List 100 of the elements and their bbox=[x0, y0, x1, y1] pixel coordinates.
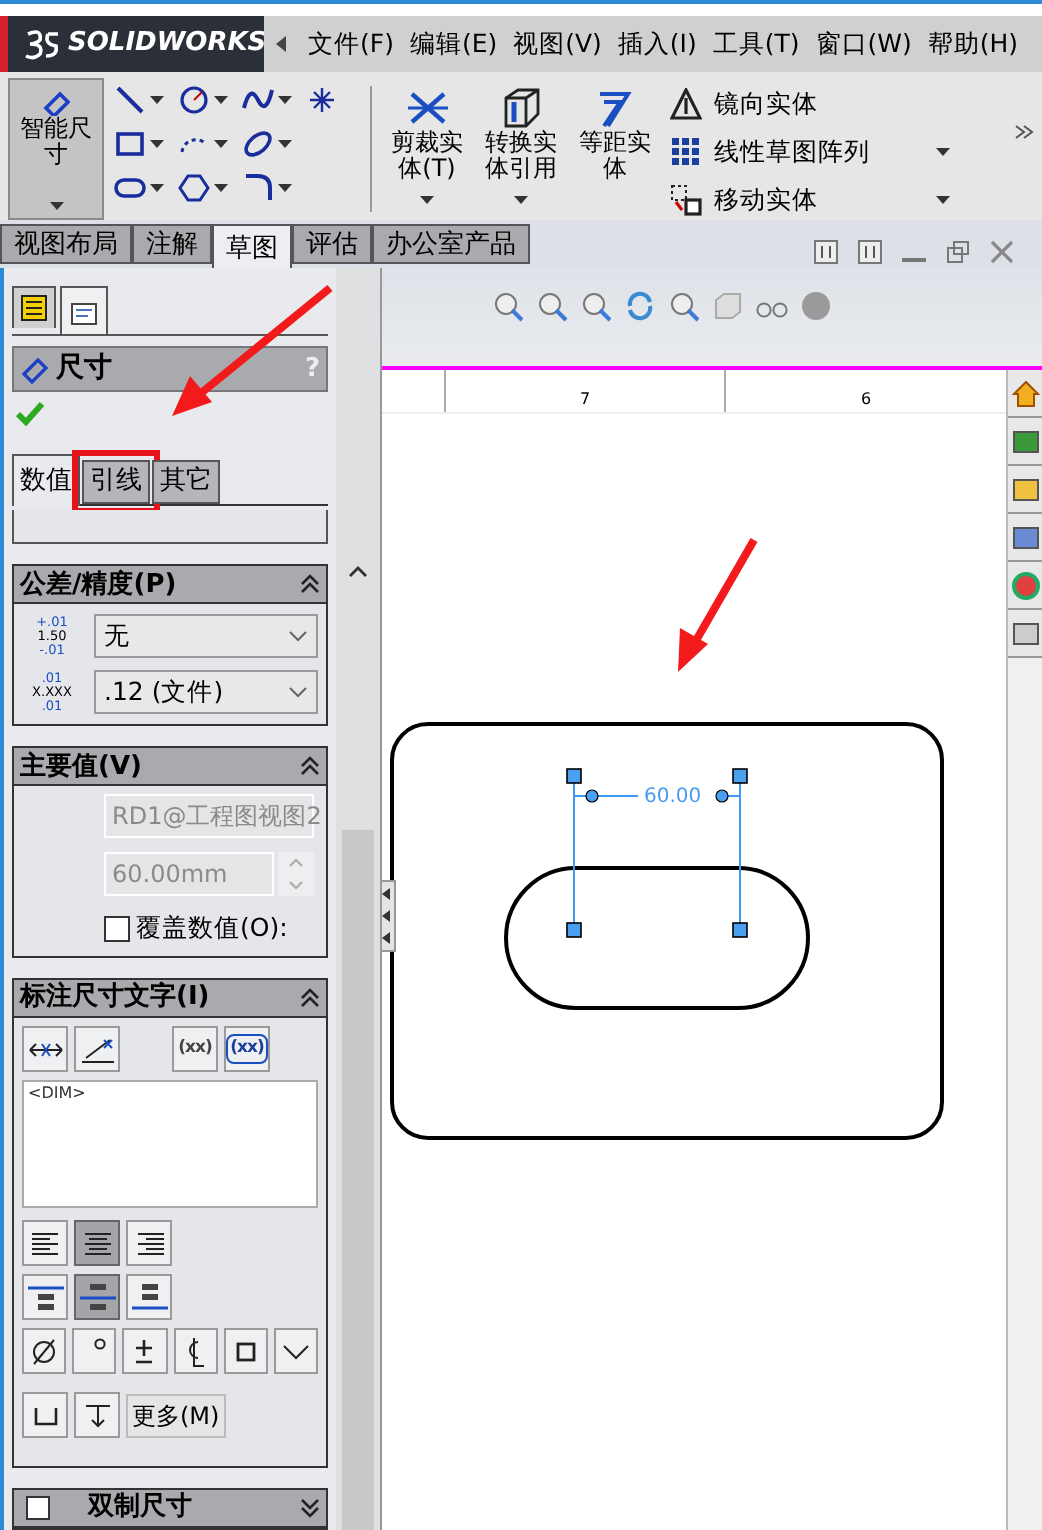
parentheses-button[interactable]: (xx) bbox=[172, 1026, 218, 1072]
menu-item[interactable]: 窗口(W) bbox=[807, 25, 920, 63]
property-icon bbox=[70, 297, 98, 325]
precision-dropdown[interactable]: .12 (文件) bbox=[94, 670, 318, 715]
caret-icon bbox=[936, 148, 950, 156]
minimize-icon bbox=[902, 258, 926, 262]
caret-icon bbox=[278, 184, 292, 192]
tolerance-dropdown[interactable]: 无 bbox=[94, 614, 318, 659]
caret-icon bbox=[936, 196, 950, 204]
dimension-drawing[interactable] bbox=[566, 768, 748, 938]
align-icon bbox=[83, 1231, 111, 1255]
command-tab[interactable]: 评估 bbox=[292, 224, 372, 264]
command-button[interactable]: 剪裁实体(T) bbox=[380, 78, 474, 220]
command-tab[interactable]: 办公室产品 bbox=[372, 224, 530, 264]
ok-button[interactable] bbox=[12, 402, 44, 426]
section-title: 双制尺寸 bbox=[88, 1490, 192, 1527]
point-icon bbox=[306, 84, 338, 116]
property-tab[interactable] bbox=[60, 286, 108, 334]
section-header[interactable]: 双制尺寸 bbox=[14, 1490, 326, 1528]
command-button[interactable]: 移动实体 bbox=[670, 180, 950, 220]
text-position-icon bbox=[131, 1283, 167, 1311]
angled-text-button[interactable] bbox=[74, 1026, 120, 1072]
command-button[interactable]: 镜向实体 bbox=[670, 84, 950, 124]
sphere-icon bbox=[800, 290, 832, 322]
parentheses-button[interactable]: (xx) bbox=[224, 1026, 270, 1072]
command-tab[interactable]: 视图布局 bbox=[0, 224, 132, 264]
list-icon bbox=[1009, 521, 1041, 553]
dimension-value: 60.00 bbox=[644, 784, 702, 812]
caret-icon bbox=[214, 184, 228, 192]
smart-dimension-button[interactable]: 智能尺寸 bbox=[8, 78, 104, 220]
dimension-text-area[interactable]: <DIM> bbox=[22, 1080, 318, 1208]
collapse-icon bbox=[300, 574, 320, 595]
task-pane-tab[interactable] bbox=[1008, 418, 1042, 466]
text-position-button[interactable] bbox=[22, 1274, 68, 1320]
symbol-button[interactable] bbox=[223, 1328, 268, 1374]
line-icon bbox=[114, 84, 146, 116]
move-icon bbox=[670, 184, 702, 216]
align-button[interactable] bbox=[126, 1220, 172, 1266]
text-position-icon bbox=[27, 1283, 63, 1311]
symbol-button[interactable] bbox=[22, 1328, 67, 1374]
panel-collapse-handle[interactable] bbox=[382, 880, 396, 952]
menu-item[interactable]: 视图(V) bbox=[505, 25, 610, 63]
scissors-icon bbox=[403, 86, 451, 130]
logo-text: SOLIDWORKS bbox=[68, 26, 267, 63]
menu-item[interactable]: 工具(T) bbox=[704, 25, 808, 63]
circle-icon bbox=[178, 84, 210, 116]
rotate-icon bbox=[624, 290, 656, 322]
task-pane-tab[interactable] bbox=[1008, 562, 1042, 610]
menu-item[interactable]: 帮助(H) bbox=[919, 25, 1027, 63]
symbol-button[interactable] bbox=[173, 1328, 218, 1374]
caret-icon bbox=[150, 140, 164, 148]
section-header[interactable]: 主要值(V) bbox=[14, 748, 326, 787]
scrollbar-thumb[interactable] bbox=[342, 830, 374, 1530]
checkmark-icon bbox=[16, 402, 44, 426]
ruler-label: 6 bbox=[860, 388, 872, 412]
text-position-button[interactable] bbox=[74, 1274, 120, 1320]
checkbox[interactable] bbox=[104, 916, 130, 943]
feature-tree-tab[interactable] bbox=[12, 286, 56, 328]
section-header[interactable]: 标注尺寸文字(I) bbox=[14, 980, 326, 1018]
collapse-icon bbox=[300, 988, 320, 1008]
depth-icon bbox=[81, 1399, 113, 1431]
chevron-down-icon bbox=[288, 686, 308, 699]
command-button[interactable]: 转换实体引用 bbox=[474, 78, 568, 220]
task-pane-tab[interactable] bbox=[1008, 610, 1042, 658]
slot-icon bbox=[114, 172, 146, 204]
align-button[interactable] bbox=[22, 1220, 68, 1266]
more-icon bbox=[1014, 122, 1034, 142]
caret-icon bbox=[214, 96, 228, 104]
symbol-button[interactable] bbox=[122, 1328, 168, 1374]
caret-icon bbox=[514, 196, 528, 204]
polygon-icon bbox=[178, 172, 210, 204]
text-position-button[interactable] bbox=[126, 1274, 172, 1320]
panel-tab[interactable]: 数值 bbox=[12, 454, 80, 506]
zoom-area-icon bbox=[536, 290, 568, 322]
caret-icon bbox=[278, 96, 292, 104]
command-button[interactable]: 线性草图阵列 bbox=[670, 132, 950, 172]
scroll-left-icon bbox=[272, 34, 292, 54]
menu-item[interactable]: 插入(I) bbox=[609, 25, 705, 63]
caret-icon bbox=[420, 196, 434, 204]
panel-tab[interactable]: 其它 bbox=[152, 460, 220, 504]
symbol-button[interactable] bbox=[273, 1328, 319, 1374]
section-header[interactable]: 公差/精度(P) bbox=[14, 566, 326, 605]
align-button[interactable] bbox=[74, 1220, 120, 1266]
symbol-button[interactable] bbox=[22, 1392, 68, 1438]
task-pane-tab[interactable] bbox=[1008, 466, 1042, 514]
section-title: 公差/精度(P) bbox=[20, 567, 177, 603]
checkbox[interactable] bbox=[26, 1496, 50, 1520]
collapse-icon bbox=[300, 756, 320, 777]
more-button[interactable]: 更多(M) bbox=[126, 1393, 226, 1437]
ruler-label: 7 bbox=[579, 388, 591, 412]
inline-text-button[interactable] bbox=[22, 1026, 68, 1072]
task-pane-tab[interactable] bbox=[1008, 370, 1042, 418]
menu-item[interactable]: 文件(F) bbox=[300, 25, 402, 63]
panel-title: 尺寸 bbox=[56, 350, 112, 388]
task-pane-tab[interactable] bbox=[1008, 514, 1042, 562]
symbol-button[interactable] bbox=[74, 1392, 120, 1438]
command-button[interactable]: 等距实体 bbox=[568, 78, 662, 220]
command-tab[interactable]: 注解 bbox=[132, 224, 212, 264]
menu-item[interactable]: 编辑(E) bbox=[401, 25, 506, 63]
caret-icon bbox=[49, 202, 63, 210]
